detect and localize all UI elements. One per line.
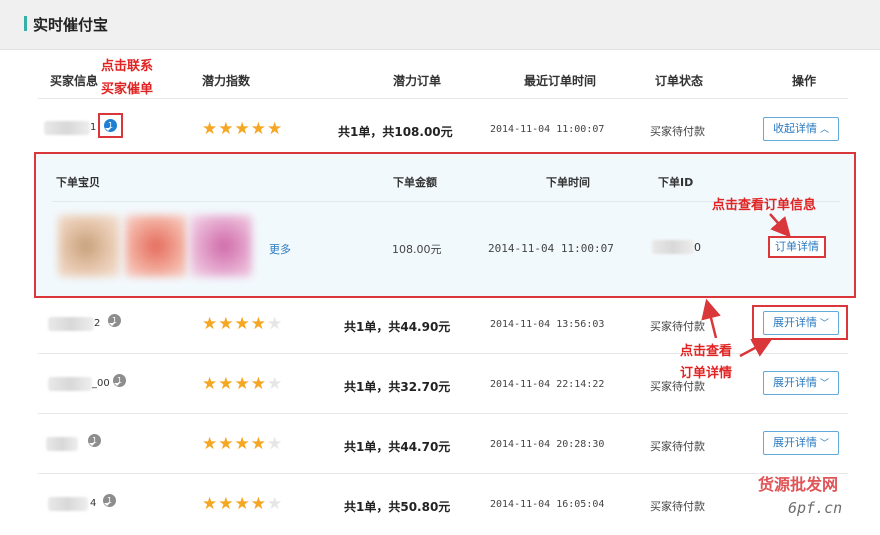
product-thumbnail[interactable] xyxy=(125,215,187,277)
more-items-link[interactable]: 更多 xyxy=(269,241,291,257)
annotation-contact-line2: 买家催单 xyxy=(101,82,154,97)
order-time: 2014-11-04 16:05:04 xyxy=(490,499,605,510)
arrow-to-expand-button xyxy=(739,338,773,358)
watermark-text: 货源批发网 xyxy=(758,475,839,494)
product-thumbnail[interactable] xyxy=(190,215,252,277)
order-time: 2014-11-04 13:56:03 xyxy=(490,319,605,330)
detail-header-amount: 下单金额 xyxy=(393,176,437,189)
buyer-name-suffix: 2 xyxy=(94,318,101,329)
buyer-name-suffix: 4 xyxy=(90,498,97,509)
buyer-name-masked xyxy=(44,121,90,135)
expand-details-label: 展开详情 xyxy=(772,376,817,389)
buyer-name-masked xyxy=(48,317,94,331)
order-time: 2014-11-04 11:00:07 xyxy=(490,124,605,135)
collapse-details-label: 收起详情 xyxy=(772,122,817,135)
buyer-name-suffix: 1 xyxy=(90,122,97,133)
title-accent-bar xyxy=(24,16,27,31)
collapse-details-button[interactable]: 收起详情 ︿ xyxy=(763,117,839,141)
order-time: 2014-11-04 22:14:22 xyxy=(490,379,605,390)
header-potential-orders: 潜力订单 xyxy=(393,74,442,88)
potential-stars: ★★★★★ xyxy=(202,119,284,139)
header-latest-order-time: 最近订单时间 xyxy=(524,74,597,88)
header-actions: 操作 xyxy=(792,74,817,88)
detail-order-time: 2014-11-04 11:00:07 xyxy=(488,242,614,255)
header-buyer-info: 买家信息 xyxy=(50,74,99,88)
chat-bubble-icon[interactable]: 1 xyxy=(103,494,116,507)
annotation-arrows xyxy=(701,213,791,358)
buyer-name-masked xyxy=(48,497,88,511)
detail-header-items: 下单宝贝 xyxy=(56,176,100,189)
row-divider xyxy=(38,413,848,414)
order-time: 2014-11-04 20:28:30 xyxy=(490,439,605,450)
buyer-name-masked xyxy=(48,377,92,391)
header-potential-index: 潜力指数 xyxy=(202,74,251,88)
potential-stars: ★★★★★ xyxy=(202,314,284,334)
chat-bubble-icon[interactable]: 1 xyxy=(104,119,117,132)
detail-header-time: 下单时间 xyxy=(546,176,590,189)
detail-amount: 108.00元 xyxy=(392,243,442,256)
header-divider xyxy=(38,98,848,99)
expand-details-button[interactable]: 展开详情 ﹀ xyxy=(763,431,839,455)
detail-header-order-id: 下单ID xyxy=(658,176,694,189)
page-title: 实时催付宝 xyxy=(33,16,109,34)
arrow-to-order-details xyxy=(769,213,791,238)
order-id-masked xyxy=(652,240,694,254)
buyer-name-masked xyxy=(46,437,78,451)
potential-stars: ★★★★★ xyxy=(202,494,284,514)
order-status: 买家待付款 xyxy=(650,125,705,138)
order-summary: 共1单，共50.80元 xyxy=(344,500,451,514)
potential-stars: ★★★★★ xyxy=(202,374,284,394)
title-bar: 实时催付宝 xyxy=(0,0,880,50)
order-summary: 共1单，共44.70元 xyxy=(344,440,451,454)
row-divider xyxy=(38,473,848,474)
chevron-down-icon: ﹀ xyxy=(819,379,829,389)
potential-stars: ★★★★★ xyxy=(202,434,284,454)
expand-details-label: 展开详情 xyxy=(772,436,817,449)
header-order-status: 订单状态 xyxy=(655,74,704,88)
chat-bubble-icon[interactable]: 1 xyxy=(108,314,121,327)
order-status: 买家待付款 xyxy=(650,500,705,513)
annotation-contact-line1: 点击联系 xyxy=(101,59,154,74)
chat-bubble-icon[interactable]: 1 xyxy=(113,374,126,387)
watermark: 货源批发网 6pf.cn xyxy=(740,465,872,527)
product-thumbnail[interactable] xyxy=(58,215,120,277)
arrow-to-detail-panel xyxy=(701,298,721,339)
chevron-up-icon: ︿ xyxy=(819,125,829,135)
chat-bubble-icon[interactable]: 1 xyxy=(88,434,101,447)
chevron-down-icon: ﹀ xyxy=(819,439,829,449)
buyer-name-suffix: _00 xyxy=(92,378,110,389)
watermark-url: 6pf.cn xyxy=(788,499,843,517)
expand-details-button[interactable]: 展开详情 ﹀ xyxy=(763,371,839,395)
order-summary: 共1单，共32.70元 xyxy=(344,380,451,394)
order-summary: 共1单，共108.00元 xyxy=(338,125,453,139)
order-summary: 共1单，共44.90元 xyxy=(344,320,451,334)
order-status: 买家待付款 xyxy=(650,440,705,453)
